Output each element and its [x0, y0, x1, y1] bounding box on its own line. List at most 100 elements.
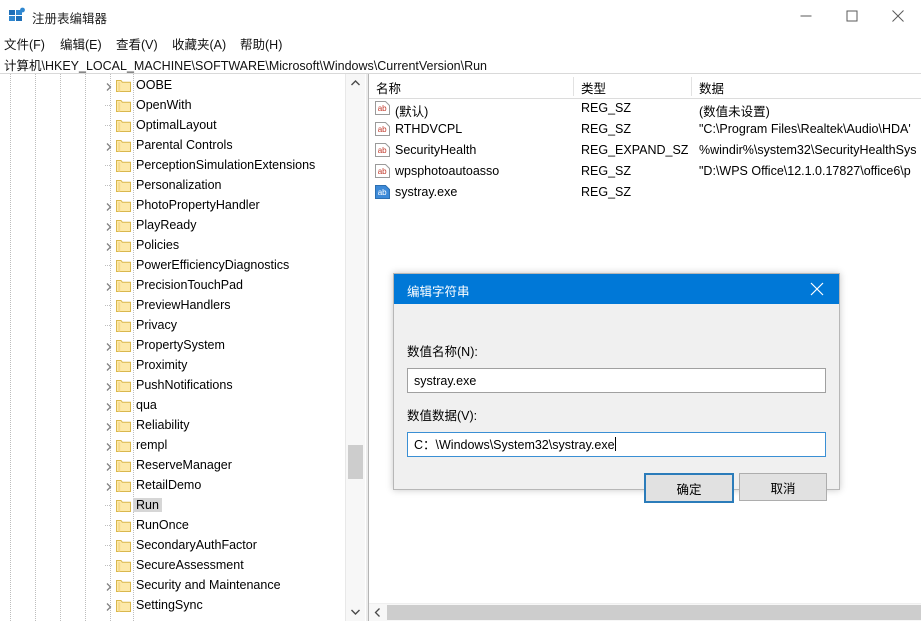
folder-icon [116, 79, 131, 92]
tree-item-rempl[interactable]: rempl [0, 436, 348, 456]
expand-chevron[interactable] [104, 601, 114, 611]
folder-icon [116, 499, 131, 512]
expand-chevron[interactable] [104, 441, 114, 451]
menu-edit[interactable]: 编辑(E) [60, 34, 102, 53]
folder-icon [116, 399, 131, 412]
tree-connector [105, 565, 112, 566]
expand-chevron[interactable] [104, 81, 114, 91]
value-data: "D:\WPS Office\12.1.0.17827\office6\p [699, 164, 921, 178]
tree-item-personalization[interactable]: Personalization [0, 176, 348, 196]
tree-item-propertysystem[interactable]: PropertySystem [0, 336, 348, 356]
scroll-up-button[interactable] [346, 74, 365, 93]
tree-connector [105, 545, 112, 546]
value-name-input[interactable]: systray.exe [407, 368, 826, 393]
tree-item-proximity[interactable]: Proximity [0, 356, 348, 376]
expand-chevron[interactable] [104, 341, 114, 351]
address-bar[interactable]: 计算机\HKEY_LOCAL_MACHINE\SOFTWARE\Microsof… [0, 52, 921, 74]
tree-item-label: qua [136, 398, 157, 412]
value-name-text: systray.exe [414, 374, 476, 388]
expand-chevron[interactable] [104, 221, 114, 231]
dialog-title: 编辑字符串 [407, 281, 470, 300]
folder-icon [116, 359, 131, 372]
scroll-down-button[interactable] [346, 602, 365, 621]
menu-file[interactable]: 文件(F) [4, 34, 45, 53]
tree-item-optimallayout[interactable]: OptimalLayout [0, 116, 348, 136]
tree-item-secondaryauthfactor[interactable]: SecondaryAuthFactor [0, 536, 348, 556]
tree-item-openwith[interactable]: OpenWith [0, 96, 348, 116]
tree-item-parental-controls[interactable]: Parental Controls [0, 136, 348, 156]
tree-item-playready[interactable]: PlayReady [0, 216, 348, 236]
tree-item-previewhandlers[interactable]: PreviewHandlers [0, 296, 348, 316]
value-type: REG_SZ [581, 164, 631, 178]
expand-chevron[interactable] [104, 421, 114, 431]
column-header-type[interactable]: 类型 [581, 78, 606, 97]
close-button[interactable] [875, 0, 921, 31]
expand-chevron[interactable] [104, 141, 114, 151]
column-header-name[interactable]: 名称 [376, 78, 401, 97]
tree-item-oobe[interactable]: OOBE [0, 76, 348, 96]
tree-item-label: Run [133, 498, 162, 512]
column-divider[interactable] [691, 77, 692, 96]
folder-icon [116, 499, 131, 512]
folder-icon [116, 179, 131, 192]
ok-button[interactable]: 确定 [644, 473, 734, 503]
expand-chevron[interactable] [104, 201, 114, 211]
tree-item-label: Proximity [136, 358, 187, 372]
tree-item-qua[interactable]: qua [0, 396, 348, 416]
tree-item-perceptionsimulationextensions[interactable]: PerceptionSimulationExtensions [0, 156, 348, 176]
expand-chevron[interactable] [104, 241, 114, 251]
table-row[interactable]: abSecurityHealthREG_EXPAND_SZ%windir%\sy… [369, 140, 921, 161]
chevron-right-icon [104, 462, 114, 472]
table-row[interactable]: abwpsphotoautoassoREG_SZ"D:\WPS Office\1… [369, 161, 921, 182]
value-data-input[interactable]: C：\Windows\System32\systray.exe [407, 432, 826, 457]
list-scroll-thumb[interactable] [387, 605, 921, 620]
menu-view[interactable]: 查看(V) [116, 34, 158, 53]
minimize-button[interactable] [783, 0, 829, 31]
menu-help[interactable]: 帮助(H) [240, 34, 282, 53]
expand-chevron[interactable] [104, 281, 114, 291]
table-row[interactable]: absystray.exeREG_SZ [369, 182, 921, 203]
svg-text:ab: ab [378, 146, 387, 155]
tree-item-pushnotifications[interactable]: PushNotifications [0, 376, 348, 396]
folder-icon [116, 359, 131, 372]
expand-chevron[interactable] [104, 581, 114, 591]
tree-item-runonce[interactable]: RunOnce [0, 516, 348, 536]
tree-item-powerefficiencydiagnostics[interactable]: PowerEfficiencyDiagnostics [0, 256, 348, 276]
tree-item-retaildemo[interactable]: RetailDemo [0, 476, 348, 496]
folder-icon [116, 159, 131, 172]
cancel-button[interactable]: 取消 [739, 473, 827, 501]
expand-chevron[interactable] [104, 481, 114, 491]
column-header-data[interactable]: 数据 [699, 78, 724, 97]
maximize-icon [847, 10, 858, 21]
expand-chevron[interactable] [104, 461, 114, 471]
table-row[interactable]: abRTHDVCPLREG_SZ"C:\Program Files\Realte… [369, 119, 921, 140]
expand-chevron[interactable] [104, 361, 114, 371]
tree-vertical-scrollbar[interactable] [345, 74, 365, 621]
tree-item-reliability[interactable]: Reliability [0, 416, 348, 436]
dialog-close-button[interactable] [794, 274, 839, 304]
svg-text:ab: ab [378, 188, 387, 197]
chevron-right-icon [104, 582, 114, 592]
folder-icon [116, 279, 131, 292]
tree-item-photopropertyhandler[interactable]: PhotoPropertyHandler [0, 196, 348, 216]
maximize-button[interactable] [829, 0, 875, 31]
tree-item-secureassessment[interactable]: SecureAssessment [0, 556, 348, 576]
table-row[interactable]: ab(默认)REG_SZ(数值未设置) [369, 98, 921, 119]
tree-item-policies[interactable]: Policies [0, 236, 348, 256]
folder-icon [116, 299, 131, 312]
tree-item-precisiontouchpad[interactable]: PrecisionTouchPad [0, 276, 348, 296]
expand-chevron[interactable] [104, 381, 114, 391]
tree-item-settingsync[interactable]: SettingSync [0, 596, 348, 616]
scroll-left-button[interactable] [369, 604, 386, 621]
tree-item-privacy[interactable]: Privacy [0, 316, 348, 336]
folder-icon [116, 159, 131, 172]
tree-item-security-and-maintenance[interactable]: Security and Maintenance [0, 576, 348, 596]
menu-favorites[interactable]: 收藏夹(A) [172, 34, 226, 53]
tree-item-label: rempl [136, 438, 167, 452]
tree-item-run[interactable]: Run [0, 496, 348, 516]
expand-chevron[interactable] [104, 401, 114, 411]
tree-scroll-thumb[interactable] [348, 445, 363, 479]
list-horizontal-scrollbar[interactable] [369, 603, 921, 621]
tree-item-reservemanager[interactable]: ReserveManager [0, 456, 348, 476]
column-divider[interactable] [573, 77, 574, 96]
